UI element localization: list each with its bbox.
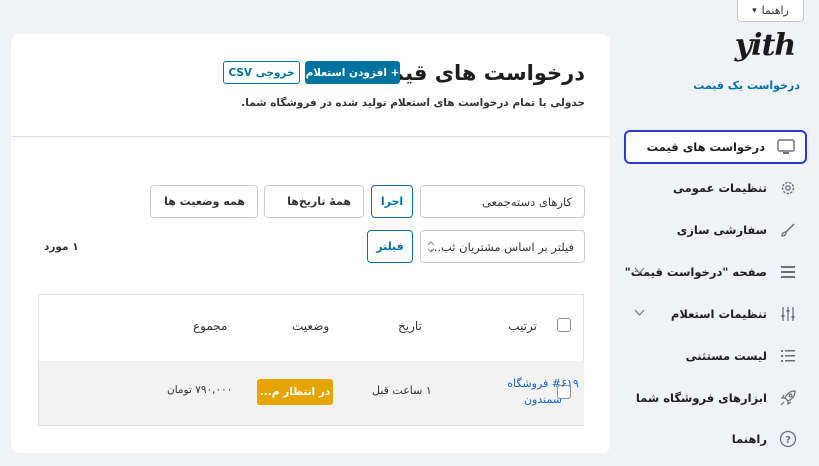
sidebar-item-label: صفحه "درخواست قیمت"	[624, 265, 767, 279]
sidebar-item-exclusion-list[interactable]: لیست مستثنی	[624, 339, 807, 373]
list-icon	[777, 261, 799, 283]
bullet-list-icon	[777, 345, 799, 367]
rocket-icon	[777, 387, 799, 409]
chevron-down-icon	[634, 265, 645, 278]
help-tab[interactable]: راهنما ▾	[737, 0, 804, 22]
add-inquiry-button[interactable]: + افزودن استعلام	[305, 61, 400, 84]
bulk-actions-select[interactable]: کارهای دسته‌جمعی	[420, 185, 585, 218]
sidebar-item-label: درخواست های قیمت	[646, 140, 765, 154]
sidebar-item-quote-page[interactable]: صفحه "درخواست قیمت"	[624, 255, 807, 289]
plugin-subtitle: درخواست یک قیمت	[693, 79, 800, 92]
sidebar-item-label: ابزارهای فروشگاه شما	[635, 391, 767, 405]
order-link[interactable]: #۶۱۹ فروشگاه سمندون	[503, 376, 583, 408]
sliders-icon	[777, 303, 799, 325]
yith-logo: yith	[734, 28, 797, 63]
customer-filter-select[interactable]: فیلتر بر اساس مشتریان ثب...	[420, 230, 585, 263]
sidebar-item-customization[interactable]: سفارشی سازی	[624, 213, 807, 247]
svg-text:?: ?	[785, 435, 791, 446]
help-tab-label: راهنما	[761, 4, 789, 17]
column-header-date[interactable]: تاریخ	[398, 319, 422, 333]
order-date: ۱ ساعت قبل	[372, 384, 432, 397]
select-all-checkbox[interactable]	[557, 318, 571, 332]
status-select[interactable]: همه وضعیت ها	[150, 185, 258, 218]
sidebar-item-help[interactable]: ? راهنما	[624, 422, 807, 456]
select-arrows-icon	[427, 241, 435, 256]
divider	[12, 136, 609, 137]
customer-filter-value: فیلتر بر اساس مشتریان ثب...	[430, 239, 574, 254]
column-header-status: وضعیت	[292, 319, 330, 333]
gear-icon	[777, 177, 799, 199]
dates-select[interactable]: همهٔ تاریخ‌ها	[264, 185, 364, 218]
help-circle-icon: ?	[777, 428, 799, 450]
sidebar-item-inquiry-settings[interactable]: تنظیمات استعلام	[624, 297, 807, 331]
sidebar-item-store-tools[interactable]: ابزارهای فروشگاه شما	[624, 381, 807, 415]
sidebar-item-label: راهنما	[731, 432, 767, 446]
chevron-down-icon: ▾	[752, 5, 757, 16]
status-badge: در انتظار م...	[257, 379, 333, 405]
order-total: ۷۹۰,۰۰۰ تومان	[167, 384, 233, 396]
column-header-order[interactable]: ترتیب	[508, 319, 537, 333]
page-description: جدولی با تمام درخواست های استعلام تولید …	[241, 97, 585, 109]
item-count: ۱ مورد	[44, 241, 79, 253]
sidebar-item-general-settings[interactable]: تنظیمات عمومی	[624, 171, 807, 205]
apply-button[interactable]: اجرا	[371, 185, 413, 218]
page-title: درخواست های قیمت	[368, 61, 585, 85]
sidebar-item-label: تنظیمات عمومی	[672, 181, 767, 195]
export-csv-button[interactable]: خروجی CSV	[223, 61, 300, 84]
monitor-icon	[775, 136, 797, 158]
column-header-total: مجموع	[193, 319, 228, 333]
sidebar-item-label: سفارشی سازی	[676, 223, 767, 237]
brush-icon	[777, 219, 799, 241]
chevron-down-icon	[634, 307, 645, 320]
sidebar-item-label: لیست مستثنی	[685, 349, 767, 363]
sidebar-item-label: تنظیمات استعلام	[670, 307, 767, 321]
filter-button[interactable]: فیلتر	[367, 230, 413, 263]
sidebar-item-quote-requests[interactable]: درخواست های قیمت	[624, 130, 807, 164]
